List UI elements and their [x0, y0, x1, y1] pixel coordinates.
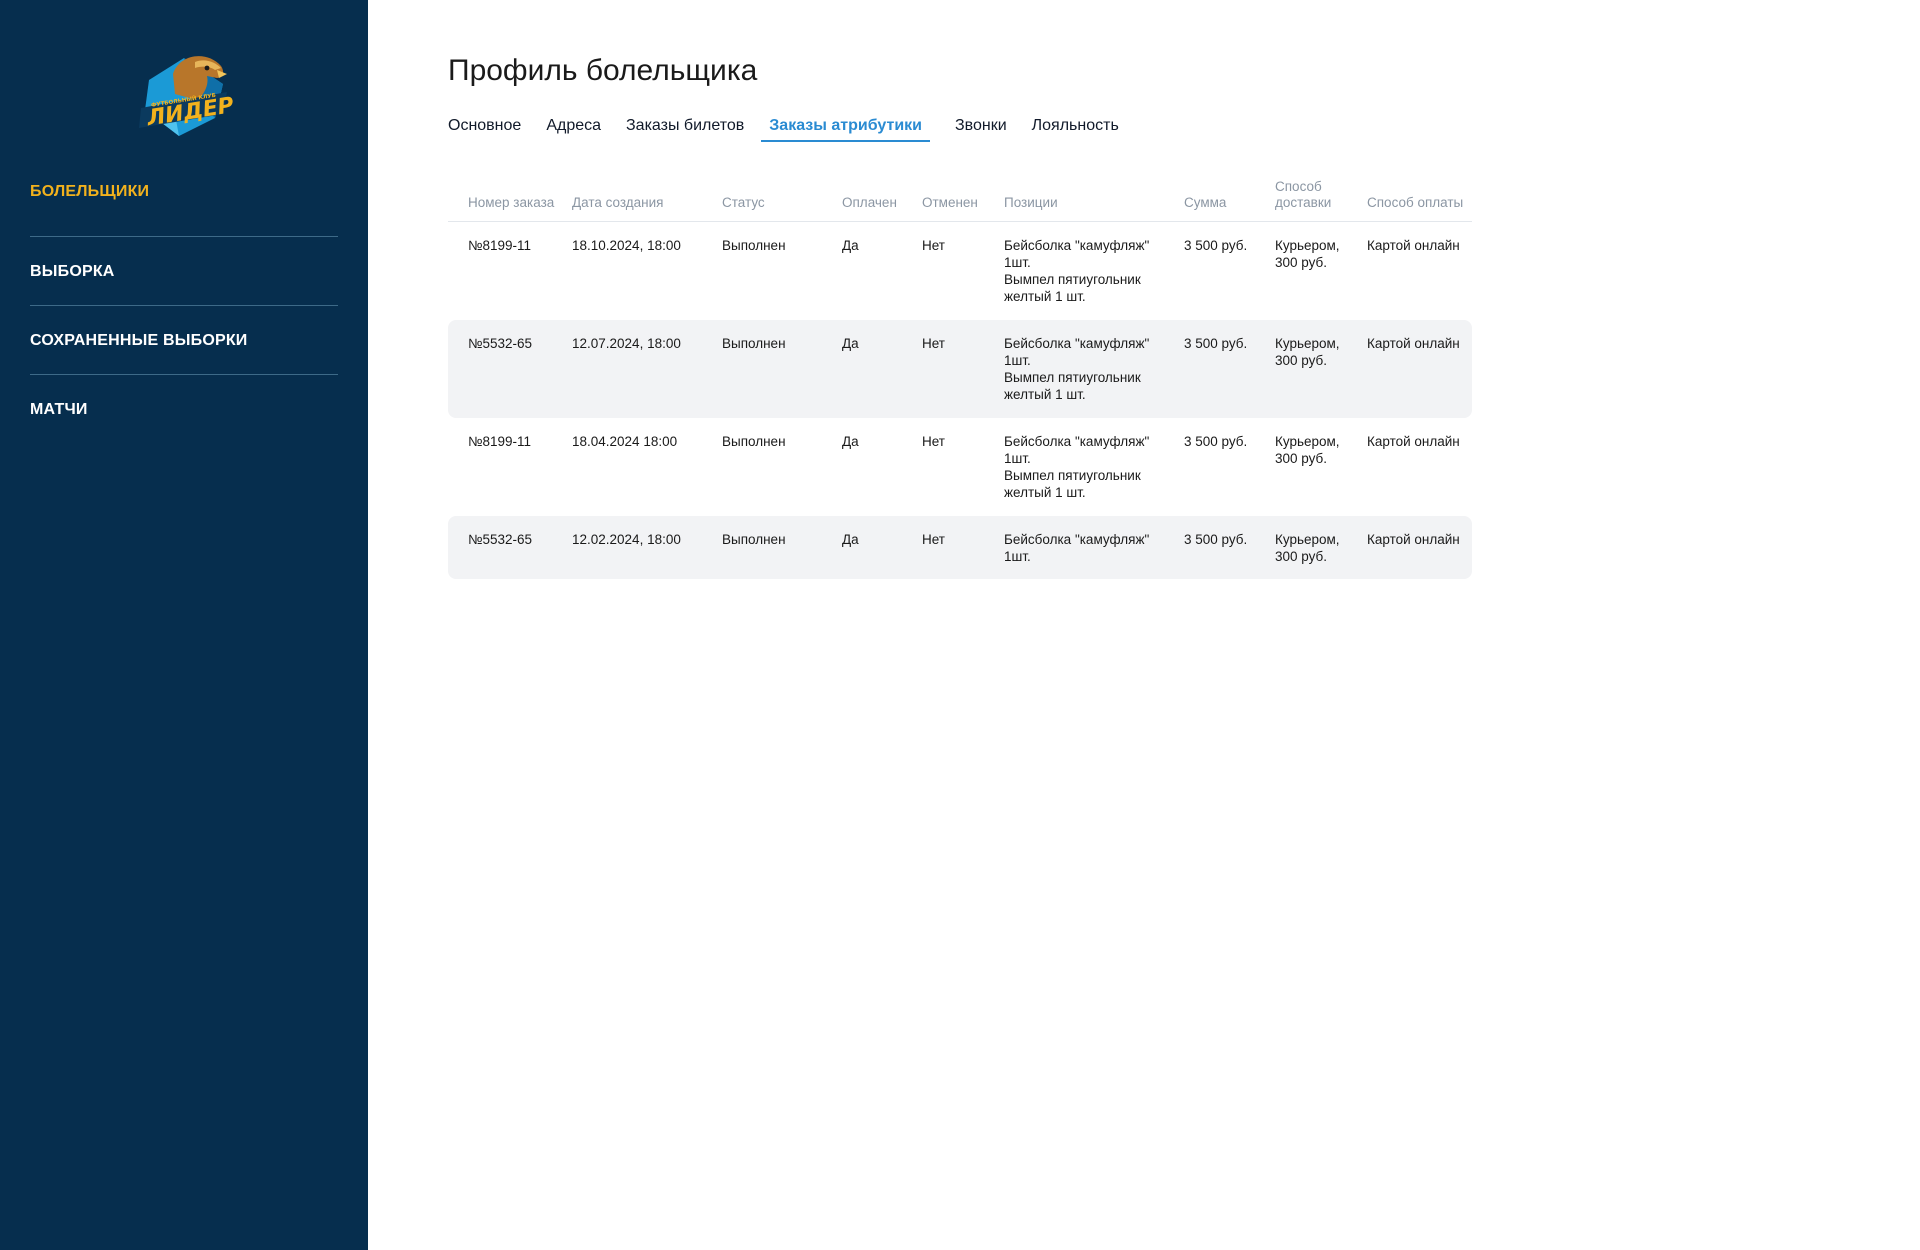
merch-orders-table: Номер заказа Дата создания Статус Оплаче… — [448, 170, 1472, 579]
header-status[interactable]: Статус — [714, 170, 834, 222]
order-date: 18.10.2024, 18:00 — [572, 238, 681, 253]
header-paid[interactable]: Оплачен — [834, 170, 914, 222]
order-payment: Картой онлайн — [1367, 434, 1460, 449]
order-status: Выполнен — [722, 434, 786, 449]
order-items: Бейсболка "камуфляж" 1шт. Вымпел пятиуго… — [996, 222, 1176, 320]
page-title: Профиль болельщика — [448, 54, 758, 87]
order-date: 18.04.2024 18:00 — [572, 434, 678, 449]
tab-main[interactable]: Основное — [448, 114, 521, 142]
order-item-line: 1шт. — [1004, 549, 1031, 564]
order-item-line: Вымпел пятиугольник — [1004, 468, 1141, 483]
order-cancelled: Нет — [914, 516, 996, 579]
sidebar-nav: БОЛЕЛЬЩИКИ ВЫБОРКА СОХРАНЕННЫЕ ВЫБОРКИ М… — [30, 182, 338, 444]
order-number: №5532-65 — [448, 320, 564, 418]
order-item-line: желтый 1 шт. — [1004, 485, 1086, 500]
order-status: Выполнен — [714, 516, 834, 579]
header-created-date[interactable]: Дата создания — [564, 170, 714, 222]
order-item-line: 1шт. — [1004, 353, 1031, 368]
club-logo[interactable]: ЛИДЕР ФУТБОЛЬНЫЙ КЛУБ — [30, 44, 338, 140]
table-row[interactable]: №8199-11 18.10.2024, 18:00 Выполнен Да Н… — [448, 222, 1472, 320]
order-payment: Картой онлайн — [1359, 320, 1472, 418]
sidebar: ЛИДЕР ФУТБОЛЬНЫЙ КЛУБ БОЛЕЛЬЩИКИ ВЫБОРКА… — [0, 0, 368, 1250]
tab-addresses[interactable]: Адреса — [546, 114, 601, 142]
order-delivery: Курьером, 300 руб. — [1267, 516, 1359, 579]
order-sum: 3 500 руб. — [1176, 320, 1267, 418]
order-item-line: Бейсболка "камуфляж" — [1004, 434, 1150, 449]
order-paid: Да — [842, 434, 859, 449]
order-sum: 3 500 руб. — [1176, 516, 1267, 579]
tab-loyalty[interactable]: Лояльность — [1032, 114, 1119, 142]
order-number: №5532-65 — [448, 516, 564, 579]
table-row[interactable]: №8199-11 18.04.2024 18:00 Выполнен Да Не… — [448, 418, 1472, 516]
table-row[interactable]: №5532-65 12.02.2024, 18:00 Выполнен Да Н… — [448, 516, 1472, 579]
profile-tabs: Основное Адреса Заказы билетов Заказы ат… — [448, 114, 1920, 144]
order-item-line: желтый 1 шт. — [1004, 387, 1086, 402]
order-status: Выполнен — [714, 320, 834, 418]
order-date: 12.02.2024, 18:00 — [564, 516, 714, 579]
order-cancelled: Нет — [914, 320, 996, 418]
order-items: Бейсболка "камуфляж" 1шт. — [996, 516, 1176, 579]
order-item-line: Бейсболка "камуфляж" — [1004, 336, 1150, 351]
order-item-line: желтый 1 шт. — [1004, 289, 1086, 304]
app-root: ЛИДЕР ФУТБОЛЬНЫЙ КЛУБ БОЛЕЛЬЩИКИ ВЫБОРКА… — [0, 0, 1920, 1250]
header-cancelled[interactable]: Отменен — [914, 170, 996, 222]
header-items[interactable]: Позиции — [996, 170, 1176, 222]
main-content: Профиль болельщика Основное Адреса Заказ… — [368, 0, 1920, 1250]
sidebar-item-matches[interactable]: МАТЧИ — [30, 375, 338, 444]
order-number: №8199-11 — [468, 434, 532, 449]
order-item-line: Вымпел пятиугольник — [1004, 272, 1141, 287]
order-date: 12.07.2024, 18:00 — [564, 320, 714, 418]
order-item-line: Бейсболка "камуфляж" — [1004, 532, 1150, 547]
sidebar-item-selection[interactable]: ВЫБОРКА — [30, 237, 338, 306]
order-delivery: Курьером, 300 руб. — [1275, 434, 1340, 466]
order-delivery: Курьером, 300 руб. — [1267, 320, 1359, 418]
order-paid: Да — [842, 238, 859, 253]
eagle-club-logo-icon: ЛИДЕР ФУТБОЛЬНЫЙ КЛУБ — [139, 56, 233, 136]
order-cancelled: Нет — [922, 434, 945, 449]
order-status: Выполнен — [722, 238, 786, 253]
table-header-row: Номер заказа Дата создания Статус Оплаче… — [448, 170, 1472, 222]
sidebar-item-fans[interactable]: БОЛЕЛЬЩИКИ — [30, 182, 338, 237]
order-cancelled: Нет — [922, 238, 945, 253]
order-payment: Картой онлайн — [1359, 516, 1472, 579]
table-row[interactable]: №5532-65 12.07.2024, 18:00 Выполнен Да Н… — [448, 320, 1472, 418]
header-order-number[interactable]: Номер заказа — [448, 170, 564, 222]
order-item-line: Бейсболка "камуфляж" — [1004, 238, 1150, 253]
tab-ticket-orders[interactable]: Заказы билетов — [626, 114, 744, 142]
order-sum: 3 500 руб. — [1184, 434, 1248, 449]
header-delivery[interactable]: Способ доставки — [1267, 170, 1359, 222]
tab-calls[interactable]: Звонки — [955, 114, 1007, 142]
order-items: Бейсболка "камуфляж" 1шт. Вымпел пятиуго… — [996, 320, 1176, 418]
header-sum[interactable]: Сумма — [1176, 170, 1267, 222]
sidebar-item-saved-selections[interactable]: СОХРАНЕННЫЕ ВЫБОРКИ — [30, 306, 338, 375]
order-item-line: 1шт. — [1004, 255, 1031, 270]
order-item-line: 1шт. — [1004, 451, 1031, 466]
order-delivery: Курьером, 300 руб. — [1275, 238, 1340, 270]
order-number: №8199-11 — [468, 238, 532, 253]
order-items: Бейсболка "камуфляж" 1шт. Вымпел пятиуго… — [996, 418, 1176, 516]
order-paid: Да — [834, 516, 914, 579]
order-sum: 3 500 руб. — [1184, 238, 1248, 253]
order-item-line: Вымпел пятиугольник — [1004, 370, 1141, 385]
header-payment[interactable]: Способ оплаты — [1359, 170, 1472, 222]
order-payment: Картой онлайн — [1367, 238, 1460, 253]
order-paid: Да — [834, 320, 914, 418]
tab-merch-orders[interactable]: Заказы атрибутики — [761, 114, 930, 142]
